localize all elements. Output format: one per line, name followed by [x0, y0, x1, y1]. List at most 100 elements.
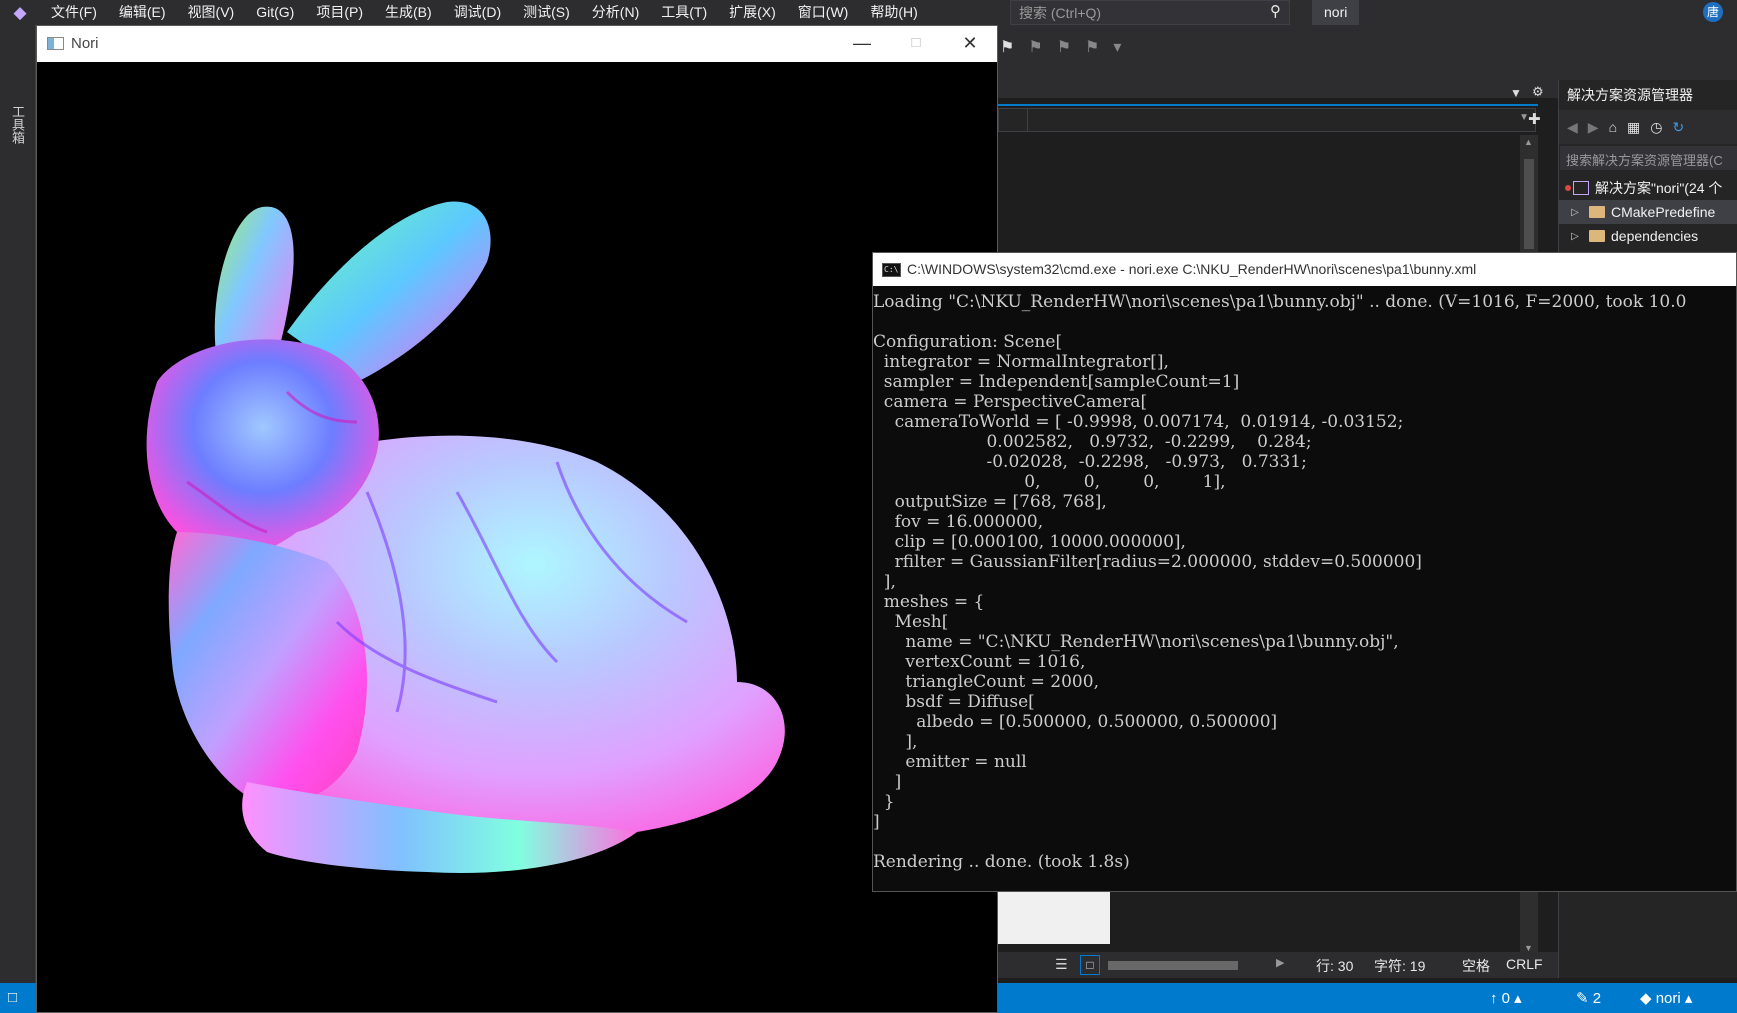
git-branch[interactable]: ◆ nori ▴	[1640, 989, 1692, 1007]
menu-edit[interactable]: 编辑(E)	[108, 0, 177, 25]
editor-navigation-bar: ▼	[998, 108, 1536, 132]
search-placeholder: 搜索 (Ctrl+Q)	[1019, 4, 1102, 21]
cmd-window-title: C:\WINDOWS\system32\cmd.exe - nori.exe C…	[907, 261, 1477, 277]
menu-window[interactable]: 窗口(W)	[787, 0, 860, 25]
bookmark-icon[interactable]: ⚑	[1000, 37, 1014, 57]
menu-project[interactable]: 项目(P)	[305, 0, 374, 25]
console-line: Loading "C:\NKU_RenderHW\nori\scenes\pa1…	[873, 292, 1687, 312]
prev-bookmark-icon[interactable]: ⚑	[1028, 37, 1042, 57]
solution-icon	[1573, 181, 1589, 195]
bookmark-toolbar: ⚑ ⚑ ⚑ ⚑ ▾	[1000, 37, 1121, 57]
pending-changes[interactable]: ✎ 2	[1576, 989, 1601, 1007]
cmd-titlebar[interactable]: C:\ C:\WINDOWS\system32\cmd.exe - nori.e…	[873, 253, 1736, 286]
console-line: -0.02028, -0.2298, -0.973, 0.7331;	[873, 452, 1307, 472]
console-line: 0.002582, 0.9732, -0.2299, 0.284;	[873, 432, 1312, 452]
folder-icon	[1589, 206, 1605, 218]
home-icon[interactable]: ⌂	[1609, 119, 1617, 136]
line-indicator[interactable]: 行: 30	[1316, 956, 1353, 976]
console-line: rfilter = GaussianFilter[radius=2.000000…	[873, 552, 1422, 572]
tree-item-cmake[interactable]: ▷ CMakePredefine	[1559, 200, 1737, 224]
toolbox-tab[interactable]: 工具箱	[8, 105, 27, 144]
whitespace-indicator[interactable]: 空格	[1462, 956, 1490, 976]
split-icon[interactable]: ✚	[1528, 110, 1541, 128]
clear-bookmarks-icon[interactable]: ⚑	[1085, 37, 1099, 57]
menu-test[interactable]: 测试(S)	[512, 0, 581, 25]
console-line: ]	[873, 772, 902, 792]
expand-arrow-icon[interactable]: ▷	[1567, 231, 1583, 242]
console-line: sampler = Independent[sampleCount=1]	[873, 372, 1240, 392]
menu-view[interactable]: 视图(V)	[177, 0, 246, 25]
menu-extensions[interactable]: 扩展(X)	[718, 0, 787, 25]
console-line: ]	[873, 812, 880, 832]
switch-views-icon[interactable]: ▦	[1627, 119, 1640, 136]
menu-file[interactable]: 文件(F)	[40, 0, 108, 25]
toolbar-overflow-icon[interactable]: ▾	[1113, 37, 1121, 57]
console-line: emitter = null	[873, 752, 1027, 772]
status-dot-icon	[1565, 185, 1571, 191]
tree-item-label: dependencies	[1611, 228, 1699, 244]
scrollbar-thumb[interactable]	[1524, 159, 1534, 249]
list-view-icon[interactable]: ☰	[1055, 956, 1068, 973]
tree-item-dependencies[interactable]: ▷ dependencies	[1559, 224, 1737, 248]
gear-icon[interactable]: ⚙	[1532, 84, 1544, 100]
close-button[interactable]: ✕	[943, 26, 997, 62]
cmd-window: C:\ C:\WINDOWS\system32\cmd.exe - nori.e…	[872, 252, 1737, 892]
tree-item-label: CMakePredefine	[1611, 204, 1716, 220]
solution-explorer-search[interactable]: 搜索解决方案资源管理器(C	[1560, 146, 1737, 170]
solution-root-item[interactable]: 解决方案"nori"(24 个	[1559, 176, 1737, 200]
dropdown-icon[interactable]: ▼	[1510, 86, 1522, 100]
char-indicator[interactable]: 字符: 19	[1374, 956, 1425, 976]
menu-debug[interactable]: 调试(D)	[443, 0, 512, 25]
scroll-right-icon[interactable]: ▶	[1276, 956, 1284, 969]
console-line: clip = [0.000100, 10000.000000],	[873, 532, 1186, 552]
menu-analyze[interactable]: 分析(N)	[581, 0, 650, 25]
maximize-button[interactable]: □	[889, 26, 943, 62]
app-window-icon	[47, 37, 64, 50]
visual-studio-logo-icon[interactable]: ◆	[0, 0, 40, 25]
forward-icon[interactable]: ▶	[1588, 119, 1599, 136]
console-line: }	[873, 792, 895, 812]
search-input[interactable]: 搜索 (Ctrl+Q) ⚲	[1010, 0, 1290, 25]
nori-window-title: Nori	[71, 35, 99, 52]
scroll-up-icon[interactable]: ▲	[1524, 137, 1533, 147]
editor-status-bar: ☰ □ ▶ 行: 30 字符: 19 空格 CRLF	[998, 952, 1558, 978]
horizontal-scrollbar[interactable]	[1108, 961, 1238, 970]
nori-titlebar[interactable]: Nori — □ ✕	[37, 26, 997, 62]
console-line: 0, 0, 0, 1],	[873, 472, 1226, 492]
eol-indicator[interactable]: CRLF	[1506, 956, 1543, 972]
console-output: Loading "C:\NKU_RenderHW\nori\scenes\pa1…	[873, 286, 1736, 891]
menu-items: 文件(F) 编辑(E) 视图(V) Git(G) 项目(P) 生成(B) 调试(…	[40, 0, 929, 25]
console-line: bsdf = Diffuse[	[873, 692, 1035, 712]
minimize-button[interactable]: —	[835, 26, 889, 62]
menu-build[interactable]: 生成(B)	[374, 0, 443, 25]
pending-changes-icon[interactable]: ◷	[1650, 119, 1662, 136]
unpushed-commits[interactable]: ↑ 0 ▴	[1490, 989, 1522, 1007]
tree-item-label: 解决方案"nori"(24 个	[1595, 180, 1723, 196]
console-icon: C:\	[882, 263, 901, 277]
next-bookmark-icon[interactable]: ⚑	[1057, 37, 1071, 57]
menu-help[interactable]: 帮助(H)	[859, 0, 928, 25]
nori-window: Nori — □ ✕	[36, 25, 998, 1013]
console-line: albedo = [0.500000, 0.500000, 0.500000]	[873, 712, 1278, 732]
changes-count: 2	[1592, 990, 1602, 1007]
menu-tools[interactable]: 工具(T)	[650, 0, 718, 25]
menu-git[interactable]: Git(G)	[245, 0, 305, 25]
sync-icon[interactable]: ↻	[1672, 119, 1684, 136]
back-icon[interactable]: ◀	[1567, 119, 1578, 136]
console-line: cameraToWorld = [ -0.9998, 0.007174, 0.0…	[873, 412, 1404, 432]
console-line: fov = 16.000000,	[873, 512, 1044, 532]
console-line: name = "C:\NKU_RenderHW\nori\scenes\pa1\…	[873, 632, 1399, 652]
editor-active-line	[998, 104, 1538, 106]
window-view-icon[interactable]: □	[1080, 955, 1100, 975]
console-line: outputSize = [768, 768],	[873, 492, 1107, 512]
search-icon[interactable]: ⚲	[1270, 2, 1281, 20]
editor-preview-region	[998, 888, 1110, 944]
avatar[interactable]: 唐	[1703, 2, 1723, 22]
branch-name: nori	[1655, 990, 1681, 1007]
console-line: vertexCount = 1016,	[873, 652, 1086, 672]
console-line: ],	[873, 732, 918, 752]
toolbox-strip: 工具箱	[0, 25, 36, 983]
expand-arrow-icon[interactable]: ▷	[1567, 207, 1583, 218]
